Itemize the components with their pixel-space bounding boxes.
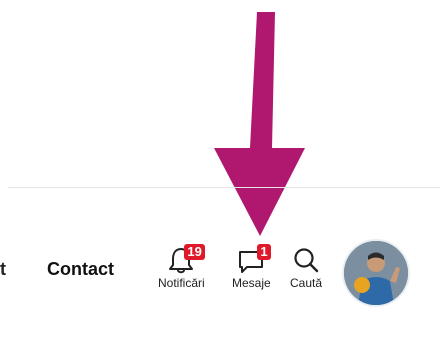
search-icon	[294, 248, 319, 273]
nav-link-partial[interactable]: t	[0, 259, 6, 280]
nav-link-contact[interactable]: Contact	[47, 259, 114, 280]
search-label: Caută	[290, 276, 323, 290]
notifications-label: Notificări	[158, 276, 205, 290]
messages-button[interactable]: 1 Mesaje	[232, 242, 271, 290]
header-divider	[8, 187, 440, 188]
arrow-shape	[214, 12, 305, 236]
notifications-badge: 19	[184, 244, 205, 260]
messages-badge: 1	[257, 244, 271, 260]
avatar-photo	[344, 241, 408, 305]
search-button[interactable]: Caută	[290, 242, 322, 290]
avatar[interactable]	[344, 241, 408, 305]
notifications-button[interactable]: 19 Notificări	[158, 242, 205, 290]
messages-label: Mesaje	[232, 276, 271, 290]
